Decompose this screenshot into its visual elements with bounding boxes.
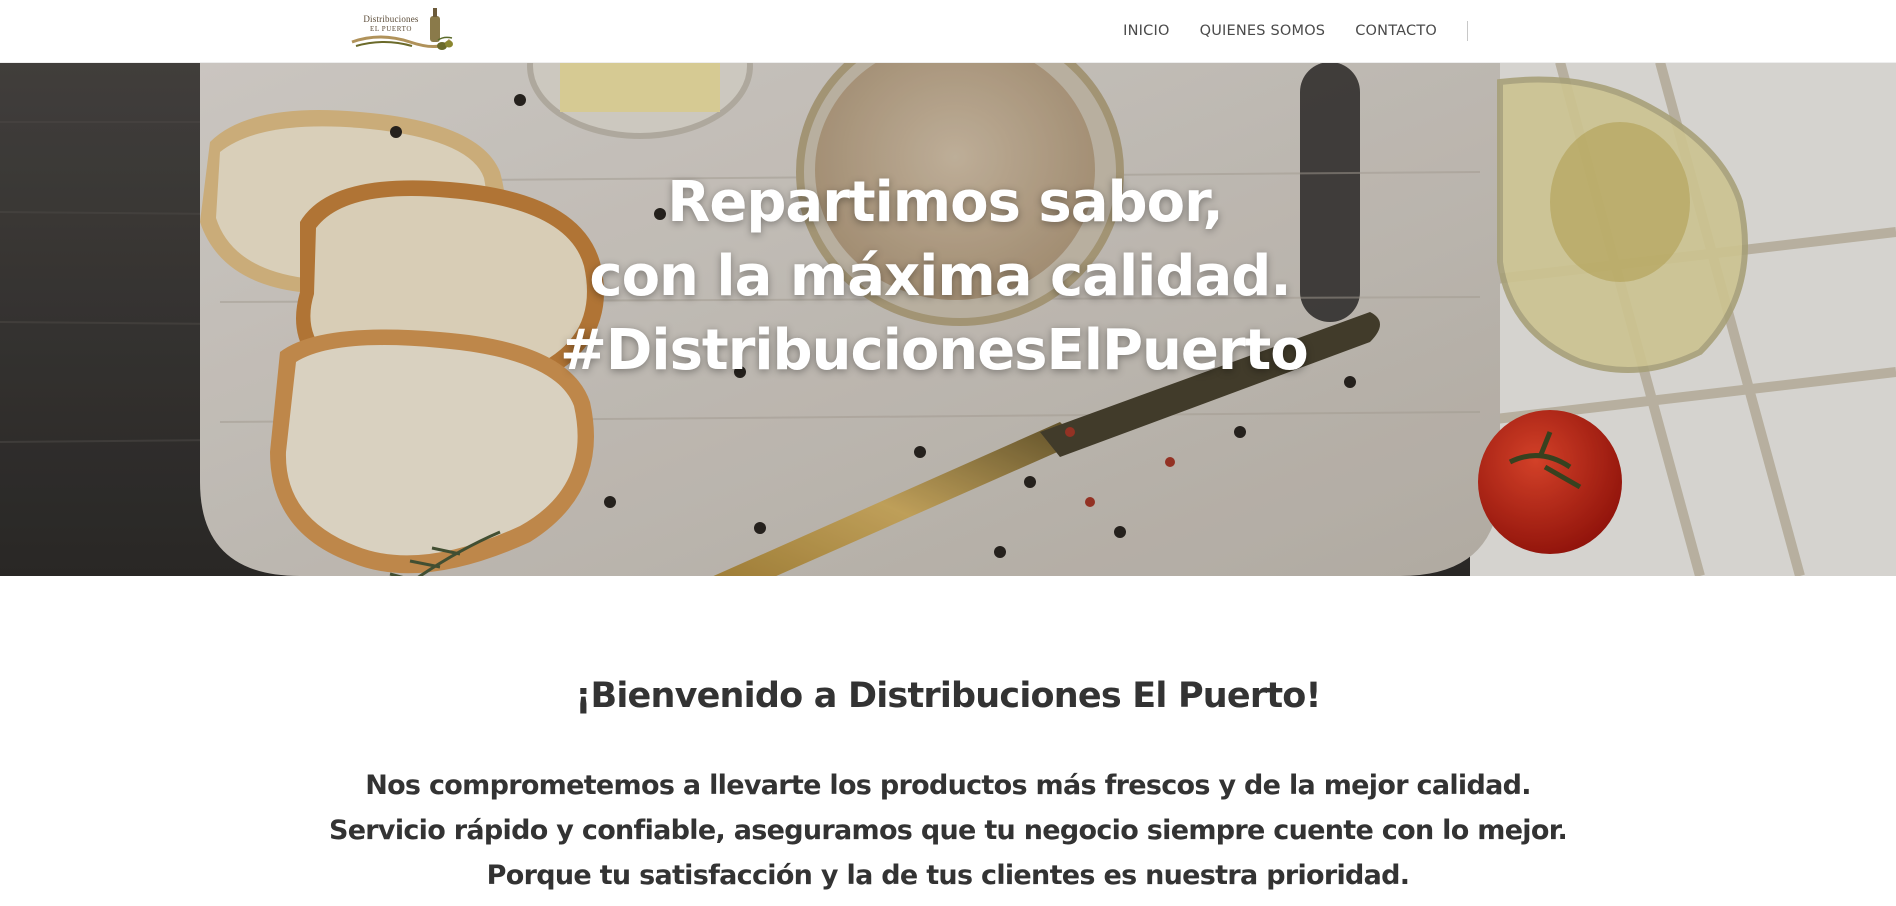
hero-heading-line-2: con la máxima calidad. (589, 244, 1291, 310)
site-header: Distribuciones EL PUERTO INICIO QUIENES … (0, 0, 1896, 63)
logo-line-1: Distribuciones (363, 14, 419, 24)
welcome-line-2: Servicio rápido y confiable, aseguramos … (328, 815, 1568, 846)
nav-item-quienes-somos[interactable]: QUIENES SOMOS (1200, 23, 1326, 39)
nav-divider (1467, 21, 1468, 41)
hero-heading: Repartimos sabor, con la máxima calidad.… (560, 166, 1320, 388)
hero-heading-line-3: #DistribucionesElPuerto (560, 318, 1309, 384)
hero-banner: Repartimos sabor, con la máxima calidad.… (0, 62, 1896, 576)
nav-item-inicio[interactable]: INICIO (1123, 23, 1169, 39)
welcome-copy: Nos comprometemos a llevarte los product… (0, 763, 1896, 898)
nav-item-contacto[interactable]: CONTACTO (1355, 23, 1437, 39)
main-nav: INICIO QUIENES SOMOS CONTACTO (1093, 0, 1468, 62)
brand-logo[interactable]: Distribuciones EL PUERTO (350, 2, 456, 54)
welcome-line-1: Nos comprometemos a llevarte los product… (365, 770, 1531, 801)
welcome-line-3: Porque tu satisfacción y la de tus clien… (486, 860, 1410, 891)
hero-heading-line-1: Repartimos sabor, (667, 170, 1224, 236)
logo-line-2: EL PUERTO (369, 25, 413, 33)
welcome-section: ¡Bienvenido a Distribuciones El Puerto! … (0, 576, 1896, 906)
welcome-heading: ¡Bienvenido a Distribuciones El Puerto! (575, 676, 1321, 716)
